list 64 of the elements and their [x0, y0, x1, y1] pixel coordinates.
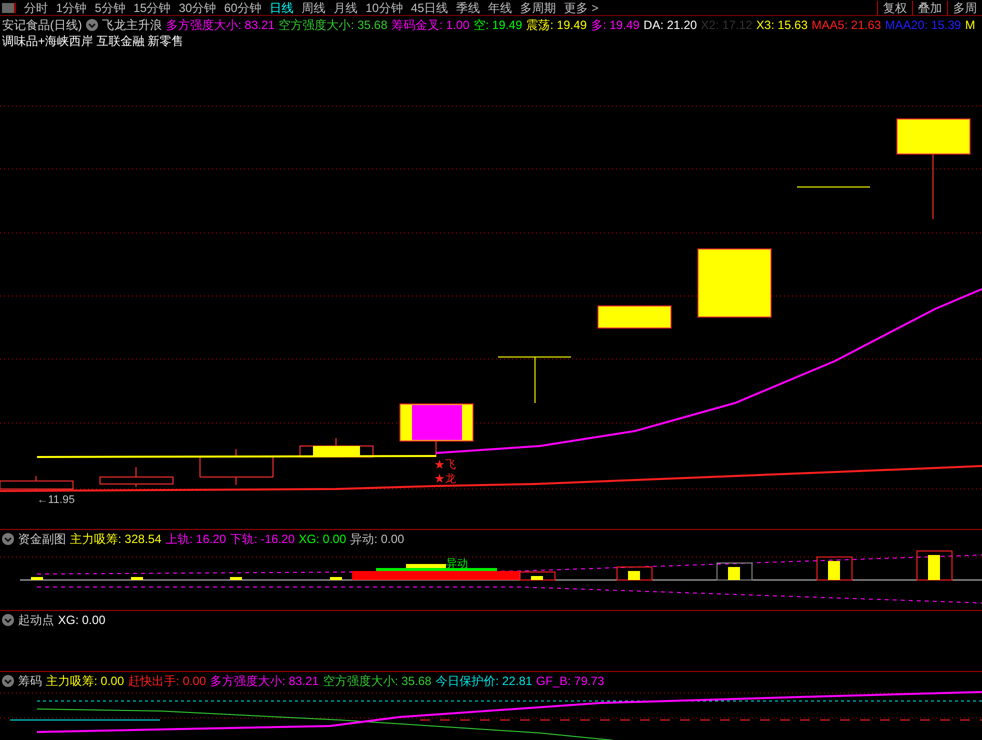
indicator-value: 今日保护价: 22.81: [435, 672, 532, 690]
period-tab[interactable]: 周线: [301, 0, 326, 14]
fund-bar: [31, 577, 43, 580]
toolbar-button[interactable]: 复权: [877, 0, 912, 14]
fund-bar: [816, 556, 852, 580]
period-tab[interactable]: 多周期: [520, 0, 556, 14]
indicator-value: 下轨: -16.20: [230, 530, 295, 548]
collapse-icon[interactable]: [86, 19, 98, 31]
indicator-value: 空方强度大小: 35.68: [278, 16, 388, 34]
period-tab[interactable]: 30分钟: [178, 0, 216, 14]
indicator-value: DA: 21.20: [644, 18, 697, 32]
signal-label: ★龙: [434, 473, 456, 485]
period-tab[interactable]: 月线: [333, 0, 358, 14]
indicator-value: 赶快出手: 0.00: [128, 672, 206, 690]
indicator-value: GF_B: 79.73: [536, 674, 604, 688]
indicator-value: 空方强度大小: 35.68: [322, 672, 432, 690]
fund-bar: [616, 566, 652, 580]
indicator-value: MAA20: 15.39: [885, 18, 962, 32]
anomaly-label: 异动: [446, 558, 468, 570]
indicator-value: 多: 19.49: [590, 16, 640, 34]
panel-title: 筹码: [18, 672, 42, 690]
period-tab[interactable]: 10分钟: [365, 0, 403, 14]
fund-bar: [131, 577, 143, 580]
indicator-value: 空: 19.49: [473, 16, 522, 34]
indicator-value: X3: 15.63: [756, 18, 808, 32]
fund-bar: [716, 562, 752, 580]
indicator-value: 上轨: 16.20: [165, 530, 226, 548]
window-icon[interactable]: [2, 2, 16, 12]
indicator-value: XG: 0.00: [298, 532, 346, 546]
period-tab[interactable]: 45日线: [410, 0, 448, 14]
indicator-value: 异动: 0.00: [350, 530, 404, 548]
indicator-value: 多方强度大小: 83.21: [166, 16, 275, 34]
period-tab[interactable]: 5分钟: [94, 0, 126, 14]
indicator-name: 飞龙主升浪: [102, 16, 162, 34]
collapse-icon[interactable]: [2, 614, 14, 626]
indicator-value: MAA5: 21.63: [812, 18, 882, 32]
toolbar-button[interactable]: 多周: [947, 0, 982, 14]
fund-bar: [330, 577, 342, 580]
signal-label: ★飞: [434, 459, 456, 471]
panel-title: 资金副图: [18, 530, 66, 548]
period-tab[interactable]: 更多 >: [564, 0, 599, 14]
period-tab[interactable]: 60分钟: [224, 0, 262, 14]
indicator-value: 震荡: 19.49: [526, 16, 587, 34]
collapse-icon[interactable]: [2, 675, 14, 687]
indicator-value: 主力吸筹: 0.00: [46, 672, 124, 690]
indicator-value: 多方强度大小: 83.21: [210, 672, 319, 690]
indicator-value: 筹码金叉: 1.00: [391, 16, 470, 34]
indicator-value: M: [965, 18, 976, 32]
period-tab[interactable]: 年线: [488, 0, 512, 14]
sector-tags: 调味品+海峡西岸 互联金融 新零售: [0, 33, 982, 49]
panel-title: 起动点: [18, 612, 54, 628]
collapse-icon[interactable]: [2, 533, 14, 545]
toolbar-button[interactable]: 叠加: [912, 0, 947, 14]
period-tab[interactable]: 15分钟: [133, 0, 171, 14]
period-tab[interactable]: 1分钟: [56, 0, 87, 14]
indicator-value: XG: 0.00: [58, 613, 106, 627]
period-tab[interactable]: 分时: [24, 0, 48, 14]
price-label: ←11.95: [37, 494, 75, 506]
period-tab[interactable]: 日线: [269, 0, 294, 14]
indicator-value: 主力吸筹: 328.54: [70, 530, 162, 548]
fund-bar: [916, 550, 952, 580]
stock-title: 安记食品(日线): [2, 16, 82, 34]
period-tab[interactable]: 季线: [456, 0, 480, 14]
fund-bar: [230, 577, 242, 580]
